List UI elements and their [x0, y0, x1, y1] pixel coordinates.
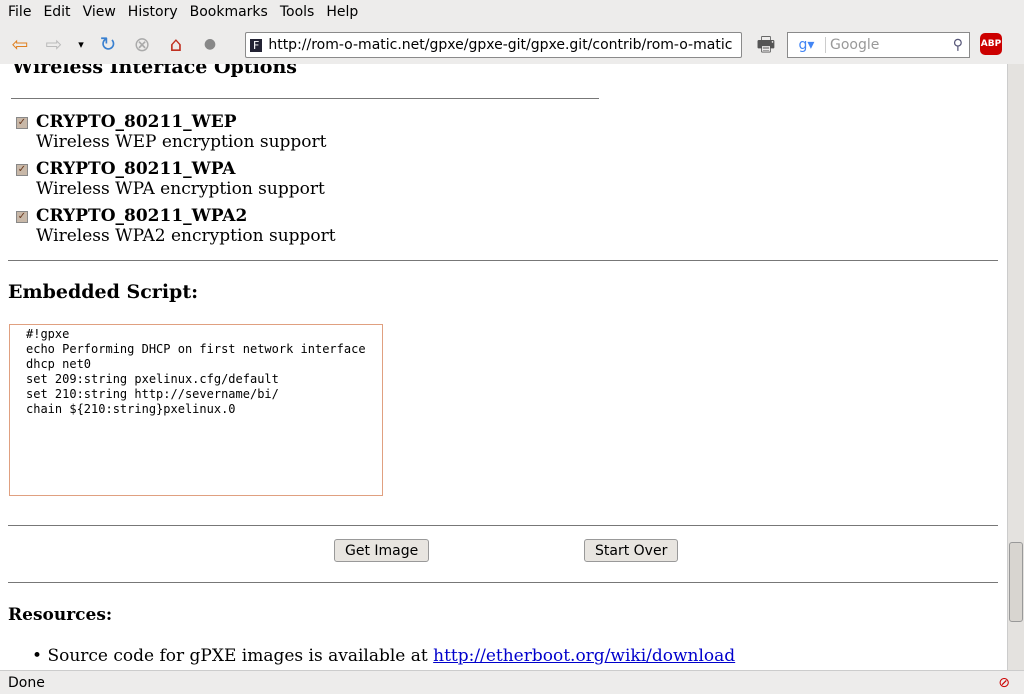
search-box[interactable]: g▾ Google ⚲ — [787, 32, 970, 58]
reload-icon[interactable]: ↻ — [94, 30, 122, 58]
search-input[interactable]: Google — [830, 37, 953, 53]
option-wep: ✓ CRYPTO_80211_WEP Wireless WEP encryption… — [16, 112, 327, 152]
scrollbar-thumb[interactable] — [1009, 542, 1023, 622]
url-text: http://rom-o-matic.net/gpxe/gpxe-git/gpx… — [268, 37, 733, 53]
forward-icon[interactable]: ⇨ — [40, 30, 68, 58]
url-bar[interactable]: Fhttp://rom-o-matic.net/gpxe/gpxe-git/gp… — [245, 32, 742, 58]
menu-help[interactable]: Help — [326, 4, 358, 20]
checkbox-wpa2[interactable]: ✓ — [16, 211, 28, 223]
start-over-button[interactable]: Start Over — [584, 539, 679, 562]
menu-tools[interactable]: Tools — [280, 4, 315, 20]
checkbox-wpa[interactable]: ✓ — [16, 164, 28, 176]
page-content: Wireless Interface Options ✓ CRYPTO_80211… — [0, 64, 1007, 670]
menu-bar: File Edit View History Bookmarks Tools H… — [0, 0, 1024, 24]
resources-title: Resources: — [8, 605, 113, 625]
home-icon[interactable]: ⌂ — [162, 30, 190, 58]
print-icon[interactable]: 🖶 — [752, 32, 780, 61]
menu-view[interactable]: View — [83, 4, 116, 20]
blocked-icon[interactable]: ⊘ — [998, 675, 1010, 691]
stop-icon[interactable]: ⊗ — [128, 30, 156, 58]
menu-bookmarks[interactable]: Bookmarks — [190, 4, 268, 20]
script-textarea[interactable] — [9, 324, 383, 496]
get-image-button[interactable]: Get Image — [334, 539, 430, 562]
status-bar: Done ⊘ — [0, 670, 1024, 694]
option-wpa: ✓ CRYPTO_80211_WPA Wireless WPA encryption… — [16, 159, 325, 199]
script-title: Embedded Script: — [8, 281, 199, 303]
scrollbar[interactable] — [1007, 64, 1024, 670]
menu-file[interactable]: File — [8, 4, 31, 20]
resource-item: • Source code for gPXE images is availab… — [32, 646, 736, 666]
extension-icon[interactable]: ● — [196, 30, 224, 58]
menu-edit[interactable]: Edit — [43, 4, 70, 20]
history-dropdown-icon[interactable]: ▾ — [74, 30, 88, 58]
site-favicon: F — [250, 38, 263, 52]
search-icon[interactable]: ⚲ — [953, 37, 963, 53]
section-title: Wireless Interface Options — [12, 64, 297, 78]
download-link[interactable]: http://etherboot.org/wiki/download — [433, 646, 735, 666]
menu-history[interactable]: History — [128, 4, 178, 20]
google-engine-icon[interactable]: g▾ — [788, 37, 826, 53]
option-wpa2: ✓ CRYPTO_80211_WPA2 Wireless WPA2 encrypti… — [16, 206, 336, 246]
adblock-icon[interactable]: ABP — [980, 33, 1002, 55]
checkbox-wep[interactable]: ✓ — [16, 117, 28, 129]
back-icon[interactable]: ⇦ — [6, 30, 34, 58]
status-text: Done — [8, 674, 45, 691]
